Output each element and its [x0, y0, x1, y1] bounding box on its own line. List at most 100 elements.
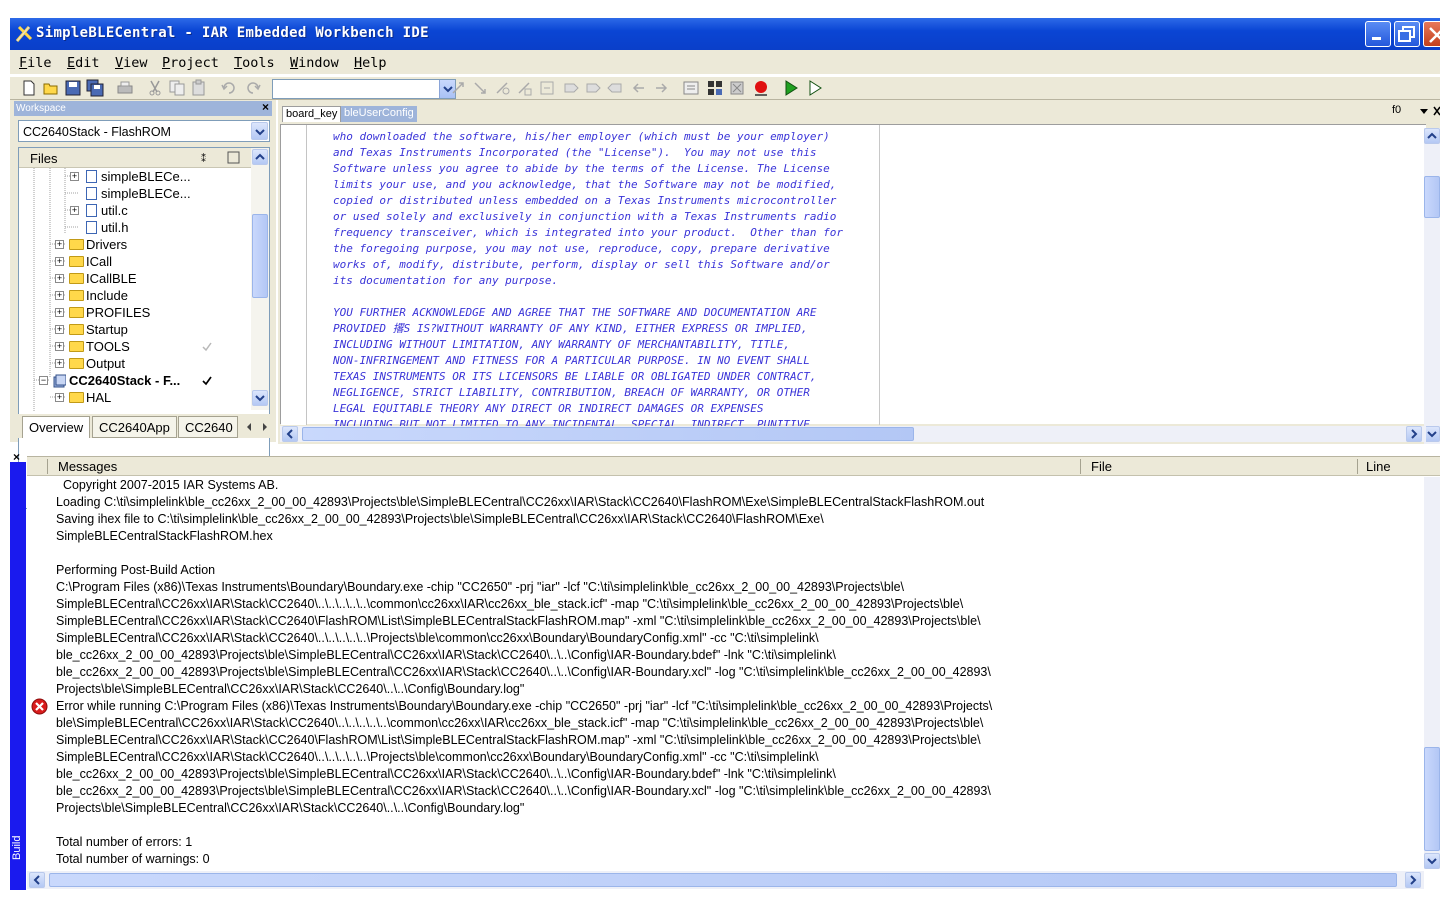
messages-column-header[interactable]: Messages: [58, 459, 117, 474]
scroll-thumb[interactable]: [252, 214, 268, 298]
message-line[interactable]: C:\Program Files (x86)\Texas Instruments…: [56, 579, 992, 596]
chevron-down-icon[interactable]: [1424, 426, 1440, 442]
close-icon[interactable]: ×: [262, 100, 269, 114]
message-line[interactable]: [56, 817, 992, 834]
scroll-thumb[interactable]: [1424, 747, 1440, 851]
expand-icon[interactable]: +: [55, 240, 64, 249]
menu-tools[interactable]: Tools: [234, 55, 275, 71]
tree-item-hal[interactable]: + HAL: [19, 389, 249, 406]
breakpoint-icon[interactable]: [752, 79, 770, 97]
find-next-icon[interactable]: [450, 79, 468, 97]
tree-scrollbar[interactable]: [251, 148, 269, 410]
tree-item-startup[interactable]: + Startup: [19, 321, 249, 338]
debug-no-download-icon[interactable]: [806, 79, 824, 97]
bookmark-prev-icon[interactable]: [606, 79, 624, 97]
chevron-left-icon[interactable]: [29, 872, 45, 888]
code-editor[interactable]: who downloaded the software, his/her emp…: [280, 124, 1426, 431]
download-debug-icon[interactable]: [782, 79, 800, 97]
menu-file[interactable]: File: [19, 55, 52, 71]
chevron-down-icon[interactable]: [252, 390, 268, 406]
message-line[interactable]: SimpleBLECentralStackFlashROM.hex: [56, 528, 992, 545]
line-column-header[interactable]: Line: [1366, 459, 1391, 474]
options-icon[interactable]: [227, 151, 241, 165]
cut-icon[interactable]: [146, 79, 164, 97]
tree-item-simpleblecentral-c[interactable]: + simpleBLECe...: [19, 168, 249, 185]
tree-item-output[interactable]: + Output: [19, 355, 249, 372]
tree-item-cc2640stack-project[interactable]: − CC2640Stack - F...: [19, 372, 249, 389]
new-file-icon[interactable]: [20, 79, 38, 97]
save-all-icon[interactable]: [86, 79, 104, 97]
chevron-up-icon[interactable]: [1424, 128, 1440, 144]
tab-cc2640[interactable]: CC2640: [178, 416, 238, 438]
tree-item-profiles[interactable]: + PROFILES: [19, 304, 249, 321]
chevron-down-icon[interactable]: [251, 122, 268, 140]
tree-item-simpleblecentral-h[interactable]: simpleBLECe...: [19, 185, 249, 202]
make-icon[interactable]: [706, 79, 724, 97]
message-line[interactable]: ble\SimpleBLECentral\CC26xx\IAR\Stack\CC…: [56, 715, 992, 732]
tree-item-tools[interactable]: + TOOLS: [19, 338, 249, 355]
nav-back-icon[interactable]: [630, 79, 648, 97]
find-in-files-icon[interactable]: [494, 79, 512, 97]
tree-item-icallble[interactable]: + ICallBLE: [19, 270, 249, 287]
paste-icon[interactable]: [190, 79, 208, 97]
scroll-thumb[interactable]: [302, 427, 914, 441]
chevron-down-icon[interactable]: [1419, 108, 1429, 116]
expand-icon[interactable]: +: [55, 257, 64, 266]
function-selector[interactable]: f0: [1392, 104, 1401, 116]
editor-vertical-scrollbar[interactable]: [1424, 128, 1440, 444]
message-line[interactable]: Total number of errors: 1: [56, 834, 992, 851]
find-combobox[interactable]: [272, 79, 456, 99]
chevron-right-icon[interactable]: [1406, 426, 1422, 442]
scroll-thumb[interactable]: [49, 873, 1397, 887]
nav-forward-icon[interactable]: [652, 79, 670, 97]
message-line[interactable]: ble_cc26xx_2_00_00_42893\Projects\ble\Si…: [56, 783, 992, 800]
expand-icon[interactable]: +: [55, 393, 64, 402]
bookmark-toggle-icon[interactable]: [562, 79, 580, 97]
close-icon[interactable]: [1433, 106, 1440, 116]
message-lines[interactable]: Copyright 2007-2015 IAR Systems AB. Loadi…: [56, 477, 992, 868]
tree-item-drivers[interactable]: + Drivers: [19, 236, 249, 253]
chevron-right-icon[interactable]: [260, 422, 270, 432]
minimize-button[interactable]: [1365, 21, 1391, 47]
menu-window[interactable]: Window: [290, 55, 339, 71]
tab-board-key[interactable]: board_key: [282, 106, 342, 122]
collapse-icon[interactable]: −: [39, 376, 48, 385]
sort-icon[interactable]: ⁑: [201, 151, 215, 165]
messages-horizontal-scrollbar[interactable]: [27, 871, 1424, 889]
menu-view[interactable]: View: [115, 55, 148, 71]
expand-icon[interactable]: +: [55, 325, 64, 334]
close-button[interactable]: [1423, 21, 1440, 47]
menu-help[interactable]: Help: [354, 55, 387, 71]
menu-project[interactable]: Project: [162, 55, 219, 71]
tree-item-icall[interactable]: + ICall: [19, 253, 249, 270]
expand-icon[interactable]: +: [70, 172, 79, 181]
editor-horizontal-scrollbar[interactable]: [280, 426, 1426, 442]
expand-icon[interactable]: +: [70, 206, 79, 215]
message-line[interactable]: SimpleBLECentral\CC26xx\IAR\Stack\CC2640…: [56, 732, 992, 749]
message-line[interactable]: SimpleBLECentral\CC26xx\IAR\Stack\CC2640…: [56, 596, 992, 613]
expand-icon[interactable]: +: [55, 342, 64, 351]
chevron-up-icon[interactable]: [252, 149, 268, 165]
message-line[interactable]: SimpleBLECentral\CC26xx\IAR\Stack\CC2640…: [56, 613, 992, 630]
expand-icon[interactable]: +: [55, 359, 64, 368]
message-line[interactable]: [56, 545, 992, 562]
bookmark-next-icon[interactable]: [584, 79, 602, 97]
find-prev-icon[interactable]: [472, 79, 490, 97]
copy-icon[interactable]: [168, 79, 186, 97]
tree-item-include[interactable]: + Include: [19, 287, 249, 304]
message-line[interactable]: SimpleBLECentral\CC26xx\IAR\Stack\CC2640…: [56, 749, 992, 766]
maximize-button[interactable]: [1394, 21, 1420, 47]
tree-item-util-c[interactable]: + util.c: [19, 202, 249, 219]
message-line[interactable]: Loading C:\ti\simplelink\ble_cc26xx_2_00…: [56, 494, 992, 511]
tab-bleuserconfig[interactable]: bleUserConfig: [341, 106, 417, 122]
scroll-thumb[interactable]: [1424, 176, 1440, 218]
message-line[interactable]: Saving ihex file to C:\ti\simplelink\ble…: [56, 511, 992, 528]
expand-icon[interactable]: +: [55, 308, 64, 317]
message-line[interactable]: Projects\ble\SimpleBLECentral\CC26xx\IAR…: [56, 800, 992, 817]
chevron-right-icon[interactable]: [1405, 872, 1421, 888]
goto-icon[interactable]: [538, 79, 556, 97]
undo-icon[interactable]: [220, 79, 238, 97]
file-column-header[interactable]: File: [1091, 459, 1112, 474]
expand-icon[interactable]: +: [55, 291, 64, 300]
message-line[interactable]: Copyright 2007-2015 IAR Systems AB.: [56, 477, 992, 494]
